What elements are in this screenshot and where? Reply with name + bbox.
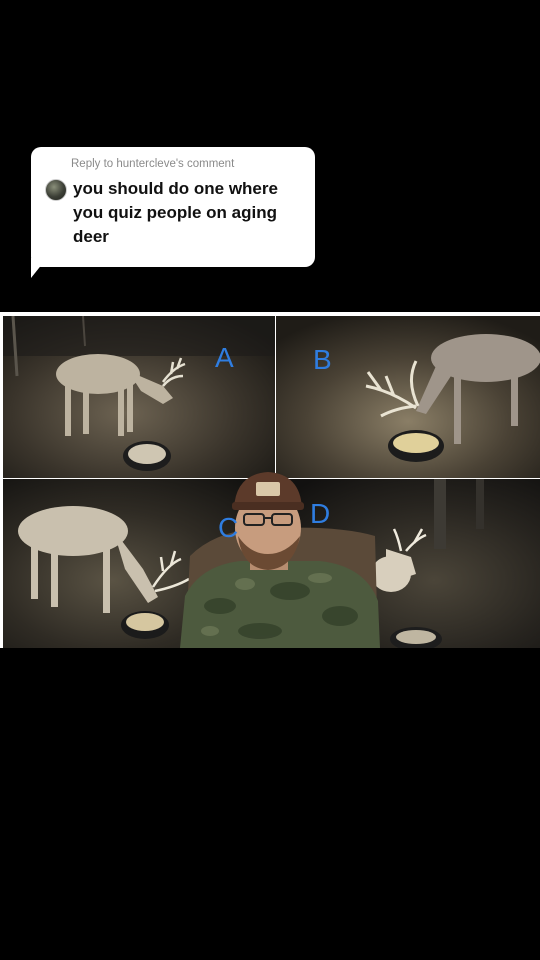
user-avatar-icon (45, 179, 67, 201)
reply-comment-bubble[interactable]: Reply to huntercleve's comment you shoul… (31, 147, 315, 267)
comment-text: you should do one where you quiz people … (73, 179, 278, 246)
trailcam-panel-b (276, 316, 540, 478)
label-a: A (215, 342, 234, 373)
reply-header: Reply to huntercleve's comment (71, 158, 235, 170)
bubble-tail (31, 258, 47, 278)
label-c: C (218, 512, 239, 543)
label-d: D (310, 498, 331, 529)
trailcam-panel-a (3, 316, 275, 478)
label-b: B (313, 344, 332, 375)
creator-overlay (180, 466, 380, 648)
